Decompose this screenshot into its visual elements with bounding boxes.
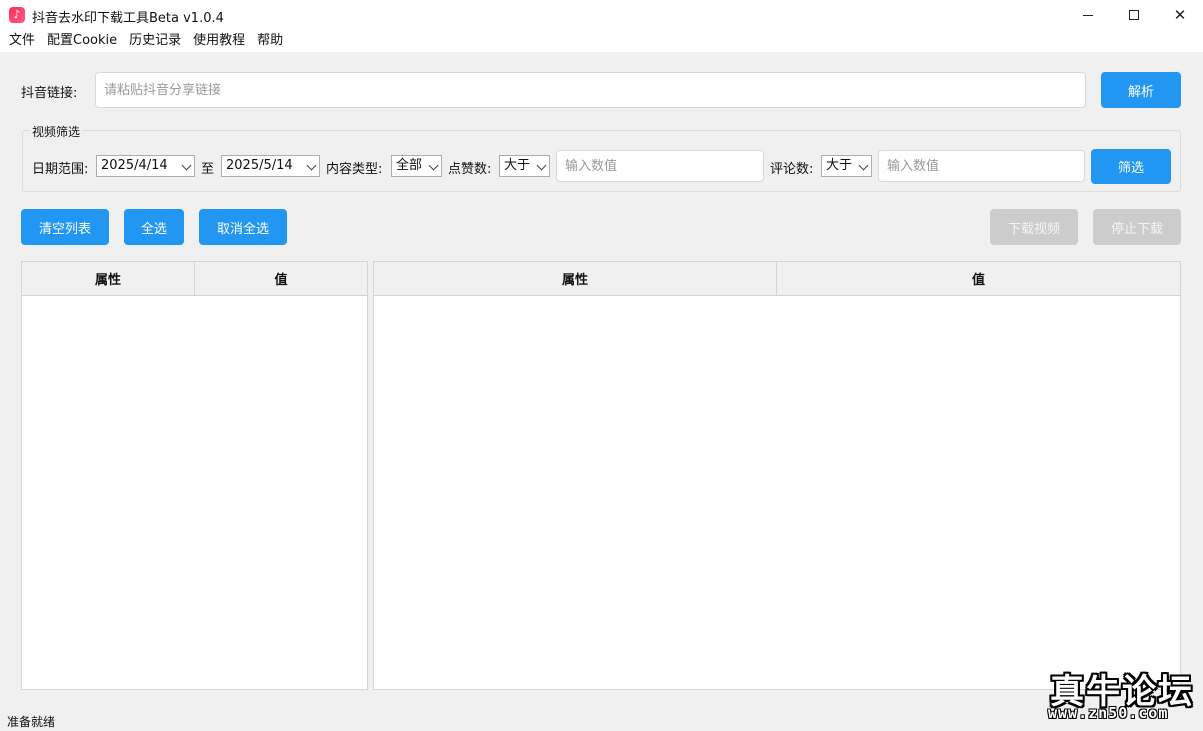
link-label: 抖音链接:	[21, 86, 78, 101]
date-to-label: 至	[201, 162, 215, 177]
comments-label: 评论数:	[770, 162, 814, 177]
right-property-table[interactable]: 属性 值	[373, 261, 1181, 690]
watermark-url: www.zn50.com	[1048, 704, 1169, 722]
chevron-down-icon	[536, 160, 547, 171]
tiktok-app-icon: ♪	[9, 7, 25, 23]
menu-file[interactable]: 文件	[3, 30, 41, 52]
right-header-value[interactable]: 值	[777, 262, 1180, 296]
maximize-icon	[1129, 10, 1139, 20]
menu-history[interactable]: 历史记录	[123, 30, 187, 52]
menu-config-cookie[interactable]: 配置Cookie	[41, 30, 123, 52]
menu-bar: 文件 配置Cookie 历史记录 使用教程 帮助	[0, 30, 1203, 52]
content-type-label: 内容类型:	[326, 162, 383, 177]
content-type-select[interactable]: 全部	[391, 155, 442, 177]
deselect-all-button[interactable]: 取消全选	[199, 209, 287, 245]
right-table-header: 属性 值	[374, 262, 1180, 296]
comments-value-input[interactable]	[878, 150, 1085, 182]
select-all-button[interactable]: 全选	[124, 209, 184, 245]
close-button[interactable]: ✕	[1157, 0, 1203, 30]
comments-operator-value: 大于	[826, 158, 853, 173]
minimize-icon	[1083, 14, 1093, 16]
left-header-value[interactable]: 值	[195, 262, 367, 296]
filter-button[interactable]: 筛选	[1091, 149, 1171, 184]
maximize-button[interactable]	[1111, 0, 1157, 30]
comments-operator-select[interactable]: 大于	[821, 155, 872, 177]
left-property-table[interactable]: 属性 值	[21, 261, 368, 690]
clear-list-button[interactable]: 清空列表	[21, 209, 109, 245]
menu-tutorial[interactable]: 使用教程	[187, 30, 251, 52]
link-input[interactable]	[95, 72, 1086, 108]
filter-group-title: 视频筛选	[30, 123, 83, 140]
chevron-down-icon	[858, 160, 869, 171]
window-title: 抖音去水印下载工具Beta v1.0.4	[32, 11, 224, 26]
date-to-picker[interactable]: 2025/5/14	[221, 155, 320, 177]
menu-help[interactable]: 帮助	[251, 30, 289, 52]
likes-label: 点赞数:	[448, 162, 492, 177]
chevron-down-icon	[428, 160, 439, 171]
likes-operator-value: 大于	[504, 158, 531, 173]
likes-value-input[interactable]	[556, 150, 764, 182]
parse-button[interactable]: 解析	[1101, 72, 1181, 108]
forum-watermark: 真牛论坛 www.zn50.com	[1046, 664, 1196, 722]
date-to-value: 2025/5/14	[226, 158, 293, 173]
stop-download-button[interactable]: 停止下载	[1093, 209, 1181, 245]
date-from-picker[interactable]: 2025/4/14	[96, 155, 195, 177]
right-header-property[interactable]: 属性	[374, 262, 777, 296]
date-from-value: 2025/4/14	[101, 158, 168, 173]
title-bar: ♪ 抖音去水印下载工具Beta v1.0.4 ✕	[0, 0, 1203, 30]
left-header-property[interactable]: 属性	[22, 262, 195, 296]
content-type-value: 全部	[396, 158, 423, 173]
download-video-button[interactable]: 下载视频	[990, 209, 1078, 245]
date-range-label: 日期范围:	[32, 162, 89, 177]
chevron-down-icon	[306, 160, 317, 171]
chevron-down-icon	[181, 160, 192, 171]
likes-operator-select[interactable]: 大于	[499, 155, 550, 177]
status-text: 准备就绪	[7, 715, 56, 729]
left-table-header: 属性 值	[22, 262, 367, 296]
close-icon: ✕	[1173, 6, 1187, 24]
minimize-button[interactable]	[1065, 0, 1111, 30]
